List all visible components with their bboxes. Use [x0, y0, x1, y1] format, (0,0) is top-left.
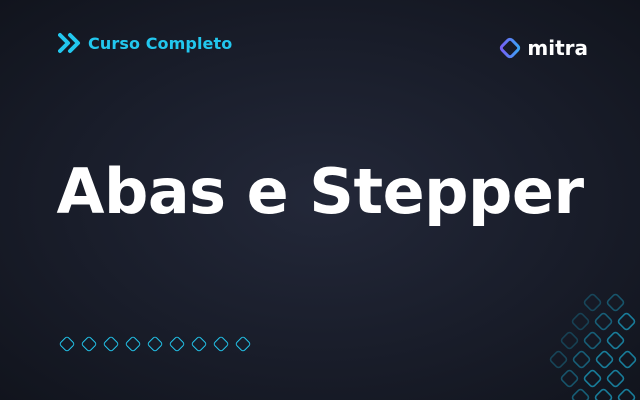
diamond-outline-icon — [234, 335, 252, 353]
diamond-pattern-icon — [549, 293, 637, 400]
diamond-outline-icon — [58, 335, 76, 353]
diamond-outline-icon — [146, 335, 164, 353]
diamond-outline-icon — [212, 335, 230, 353]
decorative-diamond-row — [58, 335, 252, 353]
mitra-diamond-logo-icon — [497, 35, 523, 61]
course-badge: Curso Completo — [58, 32, 232, 54]
double-chevron-right-icon — [58, 32, 82, 54]
diamond-outline-icon — [102, 335, 120, 353]
diamond-outline-icon — [190, 335, 208, 353]
brand-name: mitra — [527, 36, 588, 60]
page-title: Abas e Stepper — [56, 155, 584, 228]
diamond-outline-icon — [168, 335, 186, 353]
brand-logo: mitra — [497, 35, 588, 61]
diamond-outline-icon — [80, 335, 98, 353]
decorative-diamond-grid — [530, 290, 640, 400]
diamond-outline-icon — [124, 335, 142, 353]
course-badge-label: Curso Completo — [88, 33, 233, 53]
